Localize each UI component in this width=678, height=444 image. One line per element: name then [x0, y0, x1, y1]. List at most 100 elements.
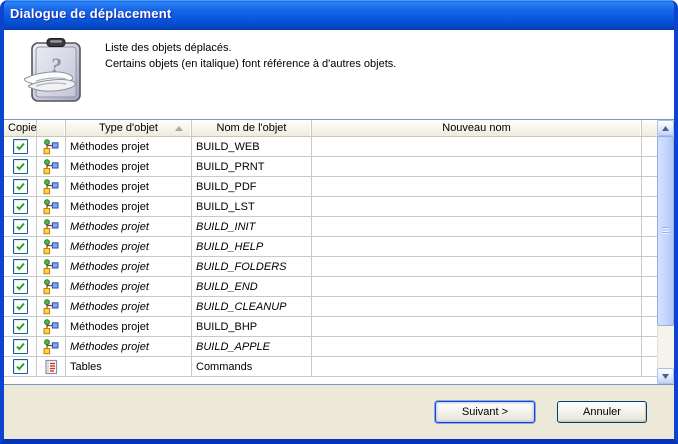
intro-line2: Certains objets (en italique) font référ…: [105, 56, 396, 72]
table-header: Copie Type d'objet Nom de l'objet Nouvea…: [4, 120, 657, 137]
row-new-name[interactable]: [312, 317, 642, 336]
row-type: Tables: [66, 357, 192, 376]
table-row[interactable]: Méthodes projet BUILD_BHP: [4, 317, 657, 337]
project-method-icon: [43, 219, 59, 235]
project-method-icon: [43, 239, 59, 255]
row-new-name[interactable]: [312, 157, 642, 176]
table-row[interactable]: Méthodes projet BUILD_WEB: [4, 137, 657, 157]
title-bar[interactable]: Dialogue de déplacement: [0, 0, 678, 30]
row-new-name[interactable]: [312, 177, 642, 196]
row-filler: [642, 157, 657, 176]
row-name: BUILD_CLEANUP: [192, 297, 312, 316]
sort-ascending-icon: [175, 126, 183, 131]
row-name: BUILD_END: [192, 277, 312, 296]
copy-checkbox[interactable]: [13, 259, 28, 274]
copy-checkbox[interactable]: [13, 179, 28, 194]
table-row[interactable]: Méthodes projet BUILD_HELP: [4, 237, 657, 257]
project-method-icon: [43, 159, 59, 175]
scrollbar-thumb[interactable]: [657, 136, 674, 326]
row-type: Méthodes projet: [66, 217, 192, 236]
row-filler: [642, 217, 657, 236]
row-new-name[interactable]: [312, 257, 642, 276]
row-type: Méthodes projet: [66, 237, 192, 256]
row-type: Méthodes projet: [66, 197, 192, 216]
column-header-type[interactable]: Type d'objet: [66, 120, 192, 136]
row-new-name[interactable]: [312, 217, 642, 236]
objects-table: Copie Type d'objet Nom de l'objet Nouvea…: [4, 119, 674, 385]
copy-checkbox[interactable]: [13, 339, 28, 354]
project-method-icon: [43, 339, 59, 355]
column-header-newname[interactable]: Nouveau nom: [312, 120, 642, 136]
row-type: Méthodes projet: [66, 157, 192, 176]
project-method-icon: [43, 179, 59, 195]
row-name: BUILD_INIT: [192, 217, 312, 236]
table-row[interactable]: Méthodes projet BUILD_FOLDERS: [4, 257, 657, 277]
table-icon: [43, 359, 59, 375]
column-header-name[interactable]: Nom de l'objet: [192, 120, 312, 136]
row-type: Méthodes projet: [66, 137, 192, 156]
row-new-name[interactable]: [312, 357, 642, 376]
table-body: Méthodes projet BUILD_WEB: [4, 137, 657, 384]
table-row[interactable]: Méthodes projet BUILD_PDF: [4, 177, 657, 197]
column-header-icon[interactable]: [37, 120, 66, 136]
row-name: BUILD_HELP: [192, 237, 312, 256]
table-row[interactable]: Méthodes projet BUILD_PRNT: [4, 157, 657, 177]
table-row[interactable]: Méthodes projet BUILD_INIT: [4, 217, 657, 237]
copy-checkbox[interactable]: [13, 299, 28, 314]
row-name: BUILD_APPLE: [192, 337, 312, 356]
row-type: Méthodes projet: [66, 337, 192, 356]
row-filler: [642, 237, 657, 256]
row-type: Méthodes projet: [66, 257, 192, 276]
cancel-button[interactable]: Annuler: [557, 401, 647, 423]
next-button[interactable]: Suivant >: [435, 401, 535, 423]
window-title: Dialogue de déplacement: [0, 0, 678, 21]
scroll-up-button[interactable]: [657, 120, 674, 136]
row-new-name[interactable]: [312, 237, 642, 256]
table-row[interactable]: Méthodes projet BUILD_LST: [4, 197, 657, 217]
row-name: BUILD_PRNT: [192, 157, 312, 176]
vertical-scrollbar: [657, 120, 674, 384]
row-new-name[interactable]: [312, 277, 642, 296]
row-new-name[interactable]: [312, 137, 642, 156]
row-new-name[interactable]: [312, 297, 642, 316]
intro-panel: ? Liste des objets déplacés. Certains ob…: [4, 30, 674, 119]
table-row[interactable]: Méthodes projet BUILD_CLEANUP: [4, 297, 657, 317]
copy-checkbox[interactable]: [13, 219, 28, 234]
dialog-window: Dialogue de déplacement ?: [0, 0, 678, 444]
copy-checkbox[interactable]: [13, 239, 28, 254]
column-header-copie[interactable]: Copie: [4, 120, 37, 136]
row-type: Méthodes projet: [66, 297, 192, 316]
project-method-icon: [43, 139, 59, 155]
row-filler: [642, 317, 657, 336]
table-row[interactable]: Tables Commands: [4, 357, 657, 377]
row-filler: [642, 137, 657, 156]
row-type: Méthodes projet: [66, 277, 192, 296]
row-type: Méthodes projet: [66, 177, 192, 196]
row-filler: [642, 197, 657, 216]
scroll-down-button[interactable]: [657, 368, 674, 384]
project-method-icon: [43, 299, 59, 315]
project-method-icon: [43, 199, 59, 215]
row-new-name[interactable]: [312, 337, 642, 356]
copy-checkbox[interactable]: [13, 319, 28, 334]
row-name: BUILD_WEB: [192, 137, 312, 156]
row-filler: [642, 177, 657, 196]
copy-checkbox[interactable]: [13, 159, 28, 174]
scrollbar-track[interactable]: [657, 136, 674, 368]
table-row[interactable]: Méthodes projet BUILD_END: [4, 277, 657, 297]
copy-checkbox[interactable]: [13, 359, 28, 374]
row-name: BUILD_FOLDERS: [192, 257, 312, 276]
table-row[interactable]: Méthodes projet BUILD_APPLE: [4, 337, 657, 357]
project-method-icon: [43, 259, 59, 275]
row-new-name[interactable]: [312, 197, 642, 216]
row-filler: [642, 357, 657, 376]
copy-checkbox[interactable]: [13, 139, 28, 154]
intro-text: Liste des objets déplacés. Certains obje…: [105, 40, 396, 72]
copy-checkbox[interactable]: [13, 279, 28, 294]
row-name: Commands: [192, 357, 312, 376]
button-panel: Suivant > Annuler: [4, 385, 674, 439]
copy-checkbox[interactable]: [13, 199, 28, 214]
client-area: ? Liste des objets déplacés. Certains ob…: [4, 30, 674, 439]
row-filler: [642, 337, 657, 356]
row-name: BUILD_LST: [192, 197, 312, 216]
